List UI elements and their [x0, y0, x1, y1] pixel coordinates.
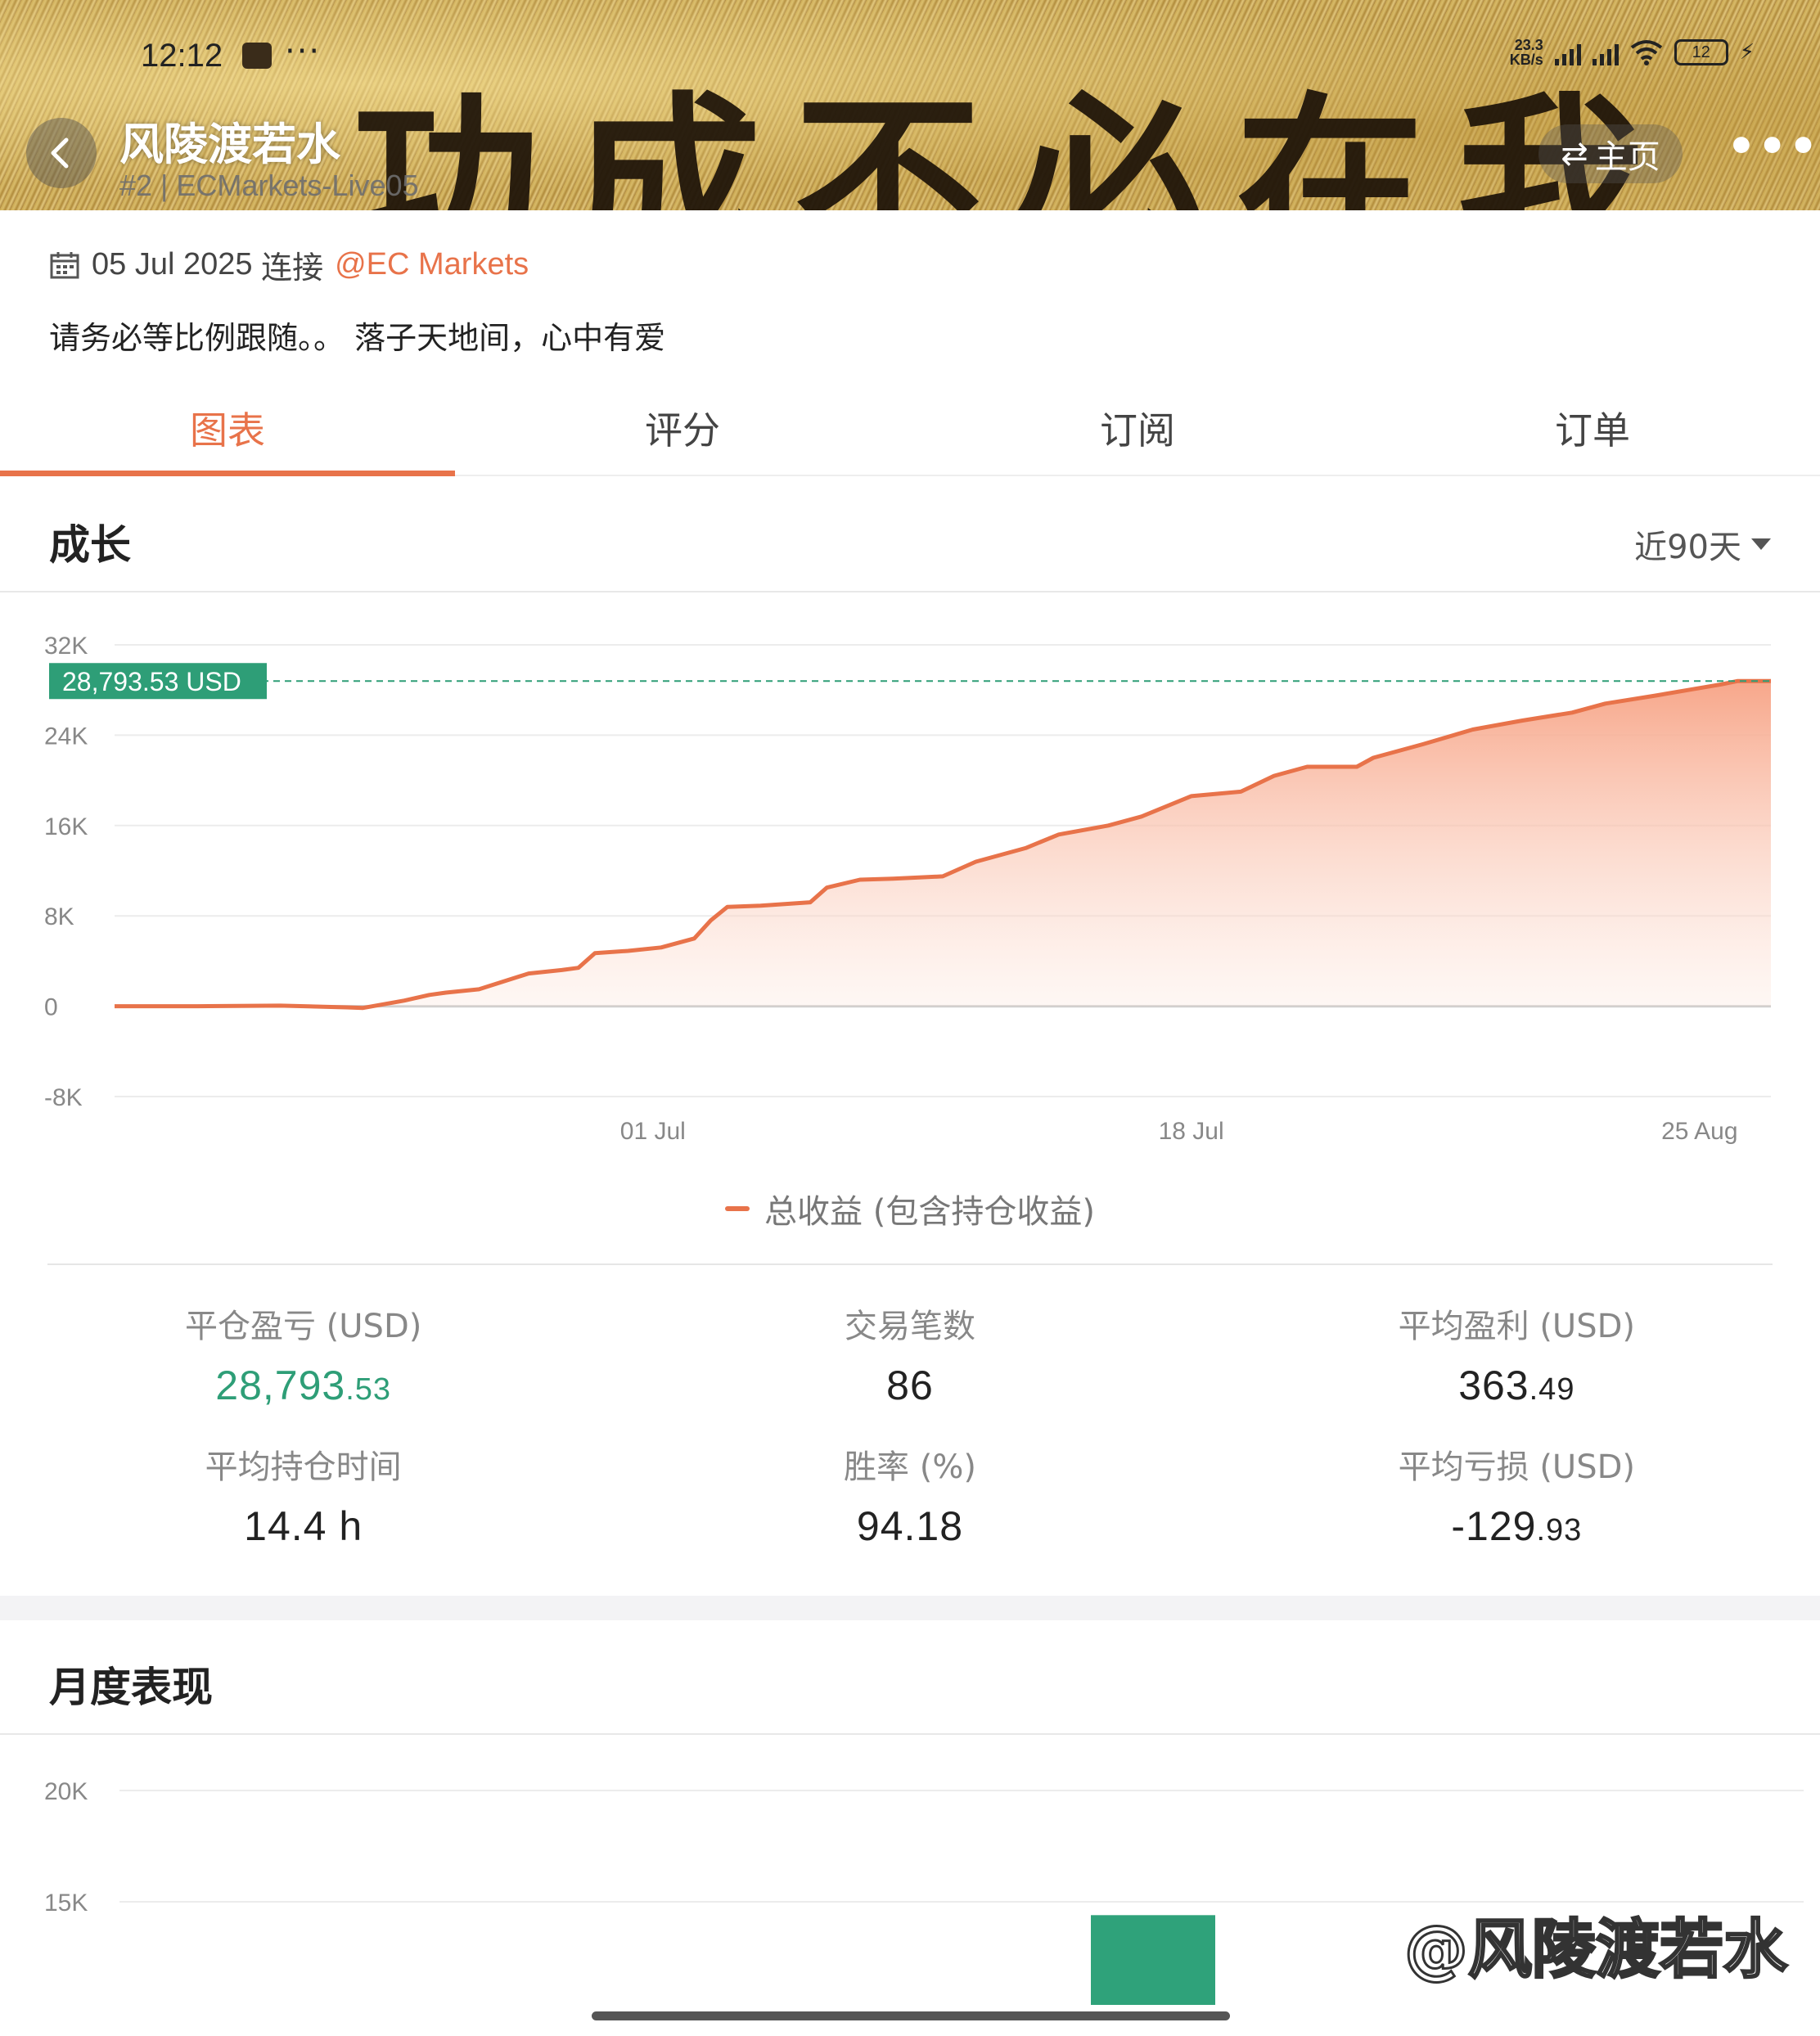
growth-chart: 32K 24K 16K 8K 0 -8K 01 Jul 18 Jul 25 Aug 28,793.… [44, 633, 1772, 1145]
stat-value: 14.4 h [0, 1502, 606, 1550]
y-tick-label: 24K [44, 723, 88, 750]
y-tick-label: -8K [44, 1084, 83, 1111]
stat-label: 平均亏损 (USD) [1398, 1448, 1636, 1486]
tab-rating[interactable]: 评分 [455, 385, 910, 475]
stat-label: 交易笔数 [844, 1308, 975, 1345]
calendar-icon [50, 251, 79, 278]
stat-item: 平均盈利 (USD) 363.49 [1214, 1300, 1820, 1409]
stat-label: 胜率 (%) [844, 1448, 976, 1486]
stat-value-dec: .53 [345, 1372, 392, 1407]
trader-name: 风陵渡若水 [119, 119, 340, 170]
tab-subscribe[interactable]: 订阅 [910, 385, 1365, 475]
header-banner: 功成不必在我 12:12 ··· 23.3 KB/s 12 ⚡ 风陵渡若水 #2… [0, 0, 1820, 210]
current-value-label: 28,793.53 USD [62, 667, 241, 696]
net-speed: 23.3 KB/s [1509, 37, 1543, 68]
stat-value-int: 14.4 h [244, 1503, 363, 1549]
stat-value-dec: .93 [1536, 1513, 1583, 1547]
trader-account: #2 | ECMarkets-Live05 [119, 169, 419, 202]
banner-calligraphy: 功成不必在我 [352, 74, 1678, 210]
tab-orders[interactable]: 订单 [1365, 385, 1820, 475]
period-selector[interactable]: 近90天 [1634, 520, 1771, 568]
monthly-bar [1091, 1915, 1215, 2005]
stat-item: 交易笔数 86 [606, 1300, 1213, 1409]
growth-legend: 总收益 (包含持仓收益) [0, 1185, 1820, 1232]
stat-item: 胜率 (%) 94.18 [606, 1440, 1213, 1550]
y-tick-label: 20K [44, 1778, 88, 1805]
chevron-left-icon [51, 137, 69, 169]
stat-value-int: 94.18 [856, 1503, 964, 1549]
stat-value: 94.18 [606, 1502, 1213, 1550]
connect-info: 05 Jul 2025 连接 @EC Markets [49, 242, 529, 287]
x-tick-label: 25 Aug [1661, 1118, 1737, 1145]
stat-value-dec: .49 [1529, 1372, 1575, 1407]
swap-icon: ⇄ [1561, 135, 1588, 173]
strategy-description: 请务必等比例跟随。。 落子天地间，心中有爱 [49, 320, 666, 356]
caret-down-icon [1751, 538, 1771, 550]
tab-chart[interactable]: 图表 [0, 385, 455, 476]
stat-value: 86 [606, 1362, 1213, 1409]
stat-value: -129.93 [1214, 1502, 1820, 1550]
signal-2-icon [1592, 39, 1619, 65]
stat-value-int: 86 [886, 1363, 934, 1408]
legend-label: 总收益 (包含持仓收益) [764, 1193, 1095, 1231]
status-time: 12:12 [141, 38, 223, 74]
stat-label: 平均盈利 (USD) [1398, 1308, 1636, 1345]
x-tick-label: 01 Jul [620, 1118, 686, 1145]
stat-value: 28,793.53 [0, 1362, 606, 1409]
y-tick-label: 15K [44, 1890, 88, 1917]
y-tick-label: 32K [44, 633, 88, 660]
divider [47, 1263, 1773, 1265]
period-label: 近90天 [1634, 529, 1741, 566]
section-gap [0, 1596, 1820, 1620]
stat-item: 平均亏损 (USD) -129.93 [1214, 1440, 1820, 1550]
more-button[interactable]: ••• [1727, 123, 1818, 182]
stat-value-int: -129 [1451, 1503, 1537, 1549]
connect-text: 连接 [261, 251, 324, 286]
tab-bar: 图表 评分 订阅 订单 [0, 385, 1820, 476]
home-button[interactable]: ⇄ 主页 [1538, 124, 1683, 183]
growth-header: 成长 近90天 [0, 478, 1820, 592]
stat-value-int: 28,793 [215, 1363, 346, 1408]
stat-label: 平仓盈亏 (USD) [184, 1308, 422, 1345]
growth-title: 成长 [49, 521, 131, 569]
status-icons: 23.3 KB/s 12 ⚡ [1510, 38, 1755, 67]
stat-value: 363.49 [1214, 1362, 1820, 1409]
connect-date: 05 Jul 2025 [92, 247, 253, 282]
stat-value-int: 363 [1458, 1363, 1529, 1408]
back-button[interactable] [26, 118, 97, 188]
broker-link[interactable]: @EC Markets [335, 247, 529, 282]
battery-icon: 12 [1674, 39, 1728, 65]
home-label: 主页 [1594, 138, 1660, 176]
stats-grid: 平仓盈亏 (USD) 28,793.53 交易笔数 86 平均盈利 (USD) 363.4… [0, 1300, 1820, 1550]
signal-1-icon [1554, 39, 1581, 65]
stat-item: 平均持仓时间 14.4 h [0, 1440, 606, 1550]
legend-swatch [725, 1206, 750, 1211]
charging-icon: ⚡ [1739, 40, 1755, 65]
y-tick-label: 0 [44, 994, 58, 1021]
x-tick-label: 18 Jul [1159, 1118, 1224, 1145]
stat-label: 平均持仓时间 [205, 1448, 402, 1486]
monthly-header: 月度表现 [0, 1620, 1820, 1735]
wifi-icon [1630, 39, 1663, 65]
home-indicator[interactable] [592, 2011, 1230, 2020]
y-tick-label: 16K [44, 813, 88, 840]
stat-item: 平仓盈亏 (USD) 28,793.53 [0, 1300, 606, 1409]
monthly-title: 月度表现 [49, 1664, 213, 1711]
notification-icon [242, 43, 272, 69]
y-tick-label: 8K [44, 903, 74, 930]
more-notifications-icon: ··· [285, 33, 322, 70]
watermark: @风陵渡若水 [1403, 1912, 1788, 1989]
growth-area [115, 681, 1771, 1008]
